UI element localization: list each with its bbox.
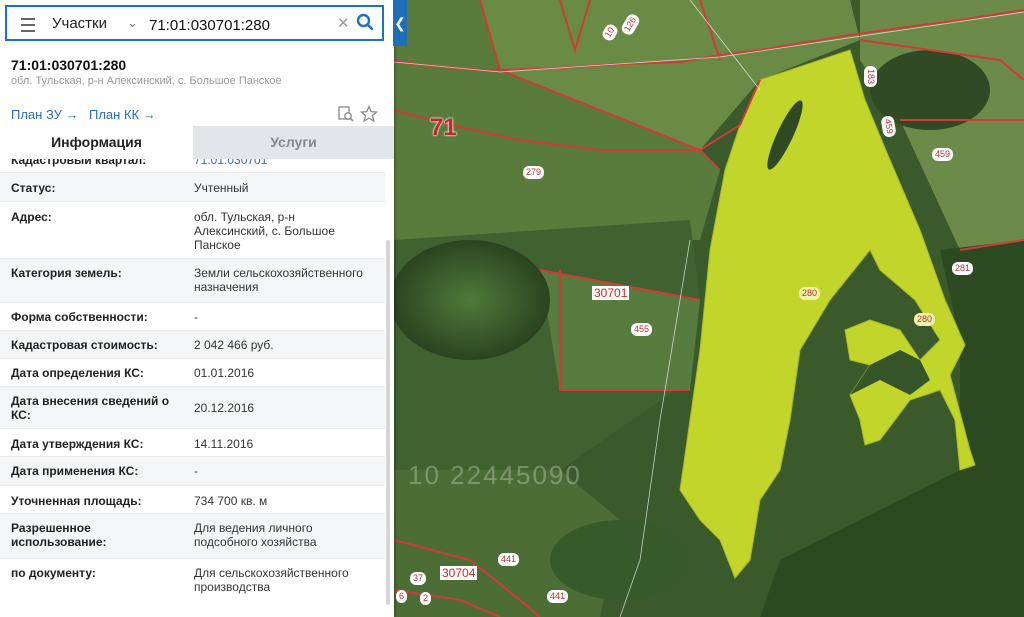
tab-services[interactable]: Услуги: [193, 126, 394, 159]
parcel-number-label: 6: [396, 590, 408, 603]
chevron-down-icon[interactable]: ⌄: [127, 15, 138, 31]
row-value: 734 700 кв. м: [194, 494, 268, 508]
tab-bar: Информация Услуги: [0, 126, 394, 159]
row-label: Дата внесения сведений о КС:: [11, 394, 170, 422]
parcel-number-label: 441: [547, 590, 569, 603]
row-value: Учтенный: [194, 181, 249, 195]
district-label: 71: [430, 114, 457, 141]
table-row: Категория земель: Земли сельскохозяйстве…: [0, 259, 385, 303]
tab-info[interactable]: Информация: [0, 126, 193, 159]
parcel-number-label: 37: [410, 572, 427, 585]
row-value: 14.11.2016: [194, 437, 254, 451]
arrow-right-icon: →: [65, 107, 79, 122]
plan-zu-label: План ЗУ: [11, 107, 62, 122]
table-row: по документу: Для сельскохозяйственного …: [0, 559, 385, 617]
row-value: обл. Тульская, р-н Алексинский, с. Больш…: [194, 210, 335, 252]
close-icon[interactable]: ✕: [337, 14, 350, 32]
table-row: Уточненная площадь: 734 700 кв. м: [0, 486, 385, 514]
menu-icon[interactable]: [21, 18, 35, 36]
row-value: -: [194, 310, 198, 324]
row-label: Уточненная площадь:: [11, 494, 142, 508]
parcel-title: 71:01:030701:280: [11, 57, 127, 73]
map-search-icon[interactable]: [337, 105, 355, 123]
info-panel: Участки ⌄ ✕ 71:01:030701:280 обл. Тульск…: [0, 0, 394, 617]
table-row: Дата определения КС: 01.01.2016: [0, 359, 385, 387]
arrow-right-icon: →: [142, 107, 156, 122]
row-label: по документу:: [11, 566, 96, 580]
layer-selector[interactable]: Участки: [52, 15, 107, 32]
row-value: 01.01.2016: [194, 366, 255, 380]
table-row: Статус: Учтенный: [0, 173, 385, 202]
map-watermark: 10 22445090: [408, 460, 582, 490]
row-label: Категория земель:: [11, 266, 122, 280]
chevron-left-icon: ❮: [394, 15, 406, 31]
info-table: Кадастровый квартал: 71:01:030701 Статус…: [0, 142, 385, 617]
row-label: Форма собственности:: [11, 310, 148, 324]
table-row: Форма собственности: -: [0, 303, 385, 331]
parcel-number-label: 183: [864, 65, 878, 88]
parcel-number-label: 280: [914, 313, 936, 326]
parcel-number-label: 280: [799, 287, 821, 300]
row-value: Для сельскохозяйственного производства: [194, 566, 349, 594]
row-value: 20.12.2016: [194, 401, 255, 415]
plan-kk-link[interactable]: План КК →: [89, 107, 156, 122]
parcel-number-label: 441: [498, 553, 520, 566]
parcel-subtitle: обл. Тульская, р-н Алексинский, с. Больш…: [11, 75, 282, 87]
table-row: Разрешенное использование: Для ведения л…: [0, 514, 385, 559]
row-label: Адрес:: [11, 210, 52, 224]
table-row: Кадастровая стоимость: 2 042 466 руб.: [0, 331, 385, 359]
row-label: Дата применения КС:: [11, 464, 139, 478]
parcel-number-label: 279: [523, 166, 545, 179]
plan-kk-label: План КК: [89, 107, 140, 122]
parcel-number-label: 459: [932, 148, 954, 161]
parcel-number-label: 281: [952, 262, 974, 275]
scrollbar[interactable]: [386, 240, 390, 605]
search-input[interactable]: [147, 13, 341, 37]
parcel-number-label: 2: [420, 592, 432, 605]
row-label: Разрешенное использование:: [11, 521, 107, 549]
star-icon[interactable]: [360, 105, 378, 123]
row-label: Кадастровая стоимость:: [11, 338, 158, 352]
row-value: Для ведения личного подсобного хозяйства: [194, 521, 317, 549]
parcel-number-label: 455: [631, 323, 653, 336]
row-label: Статус:: [11, 181, 56, 195]
table-row: Адрес: обл. Тульская, р-н Алексинский, с…: [0, 202, 385, 259]
table-row: Дата внесения сведений о КС: 20.12.2016: [0, 387, 385, 429]
table-row: Дата утверждения КС: 14.11.2016: [0, 429, 385, 457]
search-icon[interactable]: [356, 13, 374, 31]
row-label: Дата определения КС:: [11, 366, 144, 380]
row-value: 2 042 466 руб.: [194, 338, 274, 352]
table-row: Дата применения КС: -: [0, 457, 385, 486]
plan-zu-link[interactable]: План ЗУ →: [11, 107, 79, 122]
quarter-label-2: 30704: [440, 566, 478, 580]
quarter-label: 30701: [592, 286, 630, 300]
collapse-panel-button[interactable]: ❮: [393, 0, 407, 46]
row-value: -: [194, 464, 198, 478]
row-value: Земли сельскохозяйственного назначения: [194, 266, 363, 294]
search-bar: Участки ⌄ ✕: [5, 5, 384, 41]
row-label: Дата утверждения КС:: [11, 437, 144, 451]
